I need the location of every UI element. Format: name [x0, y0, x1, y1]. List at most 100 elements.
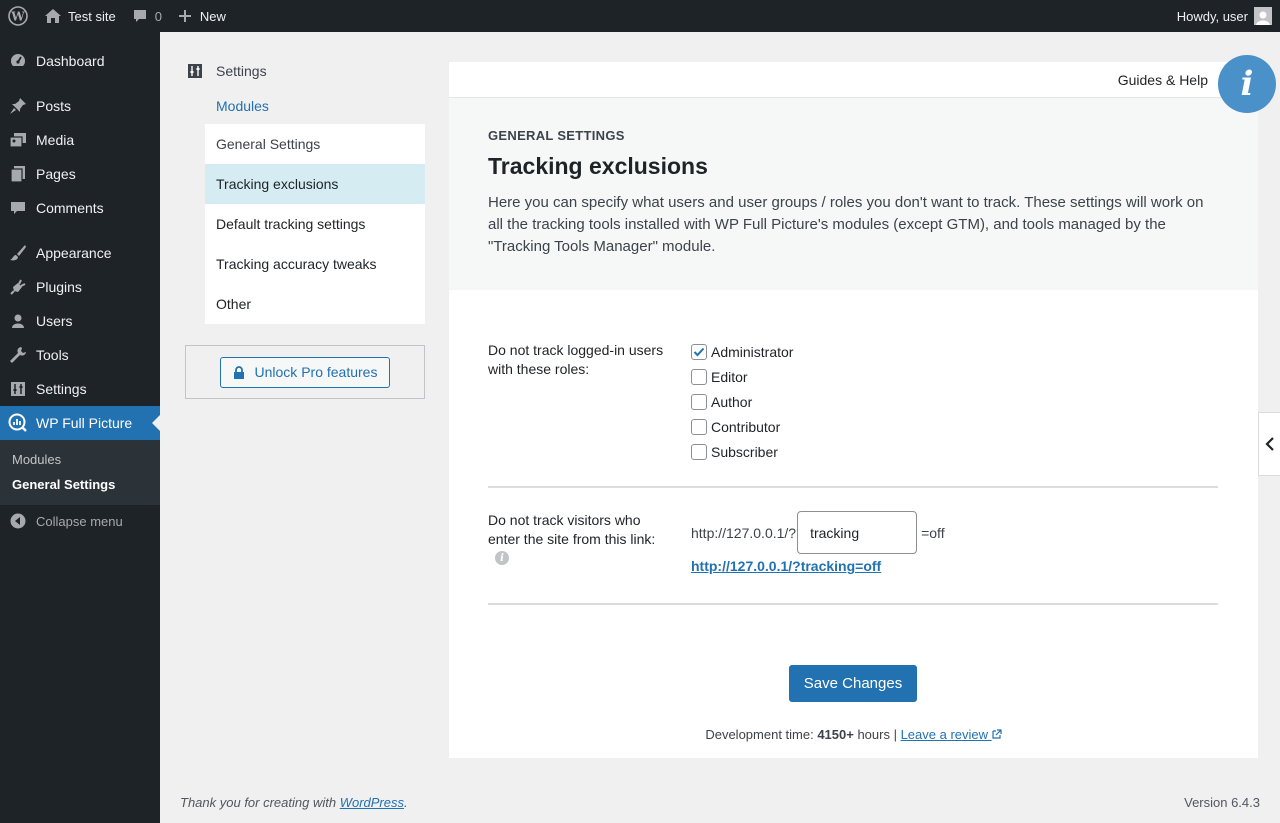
sidebar-item-comments[interactable]: Comments [0, 191, 160, 225]
link-label: Do not track visitors who enter the site… [488, 512, 656, 547]
role-label: Subscriber [711, 443, 778, 460]
role-label: Editor [711, 368, 748, 385]
nav-item-tracking-exclusions[interactable]: Tracking exclusions [205, 164, 425, 204]
user-icon [8, 311, 28, 331]
sidebar-item-label: Users [36, 313, 73, 329]
url-builder: http://127.0.0.1/? tracking =off [691, 511, 945, 554]
tracking-off-link[interactable]: http://127.0.0.1/?tracking=off [691, 558, 881, 574]
plugin-settings-nav: Settings Modules General Settings Tracki… [185, 54, 425, 399]
checkbox-administrator[interactable] [691, 343, 707, 360]
sidebar-item-appearance[interactable]: Appearance [0, 236, 160, 270]
sidebar-item-posts[interactable]: Posts [0, 89, 160, 123]
dev-mid: hours | [853, 727, 901, 742]
site-name: Test site [68, 8, 116, 24]
role-editor[interactable]: Editor [691, 364, 793, 389]
sidebar-item-label: Comments [36, 200, 104, 216]
sidebar-item-wp-full-picture[interactable]: WP Full Picture [0, 406, 160, 440]
media-icon [8, 130, 28, 150]
comment-icon [133, 10, 146, 22]
footer-thanks-suffix: . [404, 795, 408, 810]
url-prefix: http://127.0.0.1/? [691, 524, 797, 541]
role-label: Author [711, 393, 753, 410]
sidebar-item-dashboard[interactable]: Dashboard [0, 44, 160, 78]
comments-link[interactable]: 0 [124, 0, 170, 32]
checkbox-editor[interactable] [691, 368, 707, 385]
nav-item-other[interactable]: Other [205, 284, 425, 324]
role-administrator[interactable]: Administrator [691, 339, 793, 364]
save-changes-button[interactable]: Save Changes [789, 665, 917, 702]
sidebar-item-label: WP Full Picture [36, 415, 133, 431]
sidebar-item-plugins[interactable]: Plugins [0, 270, 160, 304]
review-label: Leave a review [900, 727, 989, 742]
collapse-label: Collapse menu [36, 513, 123, 529]
checkbox-contributor[interactable] [691, 418, 707, 435]
role-contributor[interactable]: Contributor [691, 414, 793, 439]
settings-panel: Guides & Help GENERAL SETTINGS Tracking … [449, 62, 1258, 758]
collapse-menu-button[interactable]: Collapse menu [0, 505, 160, 537]
development-time: Development time: 4150+ hours | Leave a … [449, 727, 1258, 742]
lock-icon [233, 365, 244, 379]
tracking-param-input[interactable]: tracking [797, 511, 918, 554]
link-section: Do not track visitors who enter the site… [488, 511, 1218, 605]
side-panel-toggle[interactable] [1258, 412, 1280, 476]
my-account[interactable]: Howdy, user [1177, 7, 1280, 25]
home-icon [45, 9, 61, 23]
guides-help-link[interactable]: Guides & Help [1118, 72, 1208, 88]
info-icon[interactable]: i [495, 551, 509, 565]
modules-link[interactable]: Modules [185, 88, 425, 124]
nav-item-tracking-accuracy-tweaks[interactable]: Tracking accuracy tweaks [205, 244, 425, 284]
sidebar-item-label: Plugins [36, 279, 82, 295]
external-link-icon [992, 729, 1002, 739]
role-author[interactable]: Author [691, 389, 793, 414]
footer-thanks: Thank you for creating with WordPress. [180, 795, 408, 810]
dev-hours: 4150+ [817, 727, 854, 742]
unlock-pro-button[interactable]: Unlock Pro features [219, 356, 391, 388]
dev-prefix: Development time: [705, 727, 818, 742]
checkbox-author[interactable] [691, 393, 707, 410]
admin-sidebar: Dashboard Posts Media Pages Comments App… [0, 32, 160, 823]
sidebar-item-label: Dashboard [36, 53, 105, 69]
sidebar-item-tools[interactable]: Tools [0, 338, 160, 372]
sidebar-item-label: Tools [36, 347, 69, 363]
roles-section: Do not track logged-in users with these … [488, 339, 1218, 488]
pages-icon [8, 164, 28, 184]
checkbox-subscriber[interactable] [691, 443, 707, 460]
nav-item-default-tracking-settings[interactable]: Default tracking settings [205, 204, 425, 244]
submenu-item-general-settings[interactable]: General Settings [0, 472, 160, 497]
chevron-left-icon [1264, 437, 1274, 451]
avatar [1254, 7, 1272, 25]
sidebar-item-settings[interactable]: Settings [0, 372, 160, 406]
submenu-item-modules[interactable]: Modules [0, 447, 160, 472]
role-subscriber[interactable]: Subscriber [691, 439, 793, 464]
role-label: Administrator [711, 343, 794, 360]
sidebar-item-media[interactable]: Media [0, 123, 160, 157]
leave-review-link[interactable]: Leave a review [901, 727, 1002, 742]
role-label: Contributor [711, 418, 781, 435]
nav-item-general-settings[interactable]: General Settings [205, 124, 425, 164]
panel-top-bar: Guides & Help [449, 62, 1258, 98]
wrench-icon [8, 345, 28, 365]
collapse-icon [10, 513, 26, 529]
sidebar-item-label: Pages [36, 166, 76, 182]
sidebar-submenu: Modules General Settings [0, 440, 160, 505]
sidebar-item-pages[interactable]: Pages [0, 157, 160, 191]
intro-section: GENERAL SETTINGS Tracking exclusions Her… [449, 98, 1258, 290]
svg-text:W: W [10, 10, 25, 24]
wordpress-logo-button[interactable]: W [0, 0, 36, 32]
howdy-text: Howdy, user [1176, 8, 1248, 24]
admin-footer: Thank you for creating with WordPress. V… [180, 795, 1260, 810]
roles-label: Do not track logged-in users with these … [488, 342, 664, 377]
chart-icon [8, 413, 28, 433]
plus-icon [178, 10, 191, 22]
new-content-link[interactable]: New [170, 0, 234, 32]
sidebar-item-users[interactable]: Users [0, 304, 160, 338]
help-info-icon[interactable]: i [1218, 55, 1276, 113]
user-avatar-icon [1256, 11, 1270, 25]
section-eyebrow: GENERAL SETTINGS [488, 128, 625, 143]
sliders-icon [188, 64, 202, 78]
settings-title-label: Settings [216, 63, 267, 79]
admin-bar: W Test site 0 New Howdy, user [0, 0, 1280, 32]
site-name-link[interactable]: Test site [36, 0, 124, 32]
checkmark-icon [693, 347, 705, 356]
wordpress-link[interactable]: WordPress [340, 795, 404, 810]
